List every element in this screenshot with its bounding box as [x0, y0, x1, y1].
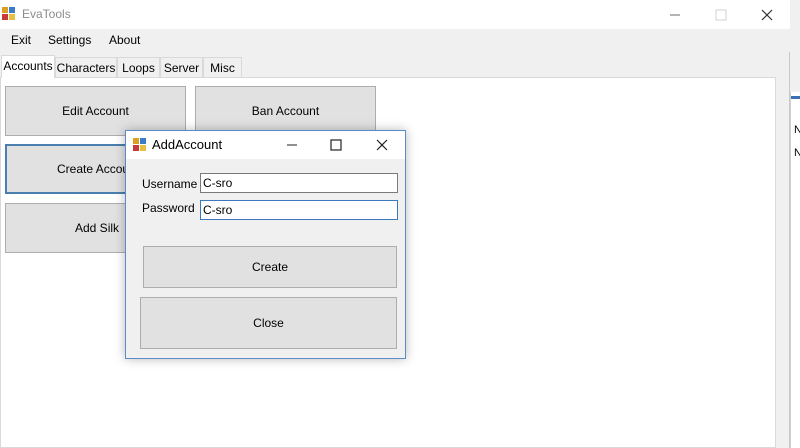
maximize-icon	[330, 139, 342, 151]
close-icon	[376, 139, 388, 151]
tab-loops[interactable]: Loops	[117, 57, 160, 77]
tab-characters[interactable]: Characters	[55, 57, 117, 77]
background-window	[790, 92, 800, 448]
password-input[interactable]	[200, 200, 398, 220]
password-label: Password	[142, 201, 195, 215]
background-window-bar	[791, 96, 800, 99]
title-bar: EvaTools	[0, 0, 790, 29]
minimize-icon	[287, 144, 297, 146]
edit-account-button[interactable]: Edit Account	[5, 86, 186, 136]
dialog-close-action-button[interactable]: Close	[140, 297, 397, 349]
username-input[interactable]	[200, 173, 398, 193]
app-icon	[133, 138, 147, 152]
close-icon	[761, 9, 773, 21]
tab-misc[interactable]: Misc	[203, 57, 242, 77]
app-icon	[2, 7, 16, 21]
dialog-title: AddAccount	[152, 137, 223, 152]
username-label: Username	[142, 177, 198, 191]
ban-account-button[interactable]: Ban Account	[195, 86, 376, 136]
maximize-button[interactable]	[698, 0, 744, 29]
background-text: N	[794, 124, 800, 136]
dialog-close-button[interactable]	[360, 131, 404, 159]
window-title: EvaTools	[22, 7, 71, 21]
menu-exit[interactable]: Exit	[11, 33, 31, 47]
tab-accounts[interactable]: Accounts	[1, 55, 55, 78]
minimize-icon	[670, 14, 680, 16]
create-button[interactable]: Create	[143, 246, 397, 288]
menu-about[interactable]: About	[109, 33, 140, 47]
menu-settings[interactable]: Settings	[48, 33, 91, 47]
menu-bar: Exit Settings About	[0, 29, 790, 52]
dialog-maximize-button[interactable]	[314, 131, 358, 159]
minimize-button[interactable]	[652, 0, 698, 29]
dialog-minimize-button[interactable]	[270, 131, 314, 159]
tab-server[interactable]: Server	[160, 57, 203, 77]
dialog-title-bar: AddAccount	[126, 131, 405, 159]
close-button[interactable]	[744, 0, 790, 29]
add-account-dialog: AddAccount Username Password Create Clos…	[125, 130, 406, 359]
maximize-icon	[715, 9, 727, 21]
background-text: N	[794, 147, 800, 159]
